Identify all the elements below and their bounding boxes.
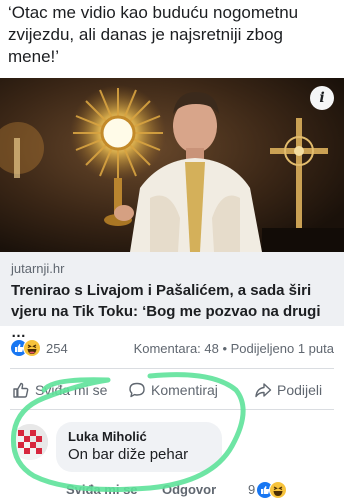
comment-reaction-icons[interactable] bbox=[256, 481, 290, 499]
like-button-label: Sviđa mi se bbox=[35, 382, 108, 398]
divider bbox=[10, 368, 334, 369]
reaction-icons[interactable] bbox=[10, 339, 44, 357]
thumbs-up-icon bbox=[13, 382, 29, 398]
post-text: ‘Otac me vidio kao buduću nogometnu zvij… bbox=[8, 3, 299, 66]
priest-photo bbox=[0, 78, 344, 252]
haha-icon bbox=[23, 339, 41, 357]
comment-button-label: Komentiraj bbox=[151, 382, 218, 398]
reaction-stats: 254 Komentara: 48 • Podijeljeno 1 puta bbox=[0, 338, 344, 360]
comment-like-button[interactable]: Sviđa mi se bbox=[66, 482, 138, 497]
comment-author[interactable]: Luka Miholić bbox=[68, 429, 210, 444]
link-domain: jutarnji.hr bbox=[11, 261, 65, 276]
comment: Luka Miholić On bar diže pehar bbox=[12, 422, 342, 478]
reaction-count[interactable]: 254 bbox=[46, 341, 68, 356]
comment-text: On bar diže pehar bbox=[68, 446, 189, 463]
comment-bubble[interactable]: Luka Miholić On bar diže pehar bbox=[56, 422, 222, 472]
link-preview-meta[interactable]: jutarnji.hr Trenirao s Livajom i Pašalić… bbox=[0, 252, 344, 341]
haha-icon bbox=[269, 481, 287, 499]
comment-reaction-count: 9 bbox=[248, 482, 256, 497]
post-actions: Sviđa mi se Komentiraj Podijeli bbox=[0, 377, 344, 407]
like-button[interactable]: Sviđa mi se bbox=[12, 381, 107, 399]
comment-icon bbox=[129, 382, 145, 398]
divider bbox=[10, 409, 334, 410]
share-button-label: Podijeli bbox=[277, 382, 323, 398]
avatar[interactable] bbox=[12, 424, 48, 460]
share-icon bbox=[255, 383, 272, 398]
comment-button[interactable]: Komentiraj bbox=[128, 381, 218, 399]
share-button[interactable]: Podijeli bbox=[254, 381, 322, 399]
info-icon[interactable]: i bbox=[310, 86, 334, 110]
comment-actions: Sviđa mi se Odgovor 9 bbox=[66, 480, 344, 500]
link-title[interactable]: Trenirao s Livajom i Pašalićem, a sada š… bbox=[11, 280, 337, 343]
comments-shares-count[interactable]: Komentara: 48 • Podijeljeno 1 puta bbox=[134, 341, 334, 356]
link-preview-image[interactable]: i bbox=[0, 78, 344, 252]
comment-reply-button[interactable]: Odgovor bbox=[162, 482, 216, 497]
